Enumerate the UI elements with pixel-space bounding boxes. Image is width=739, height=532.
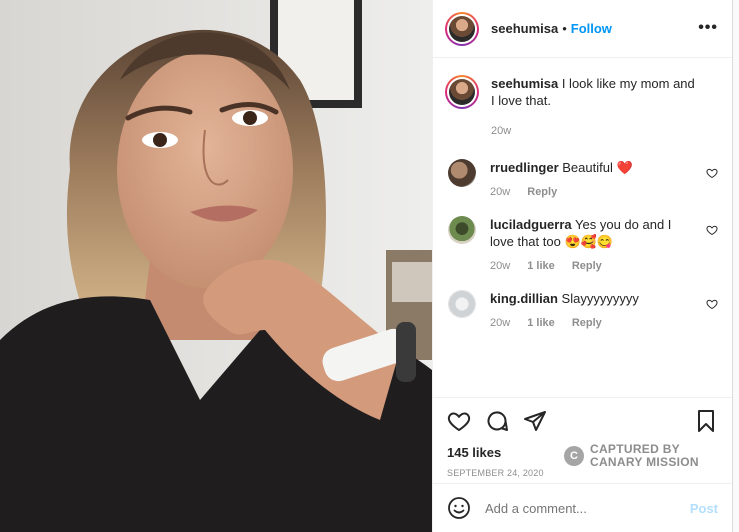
post-actions: 145 likes SEPTEMBER 24, 2020 xyxy=(433,397,732,483)
post-date[interactable]: SEPTEMBER 24, 2020 xyxy=(447,468,718,478)
comment-avatar[interactable] xyxy=(448,159,476,187)
save-icon[interactable] xyxy=(694,409,718,433)
watermark-logo: C xyxy=(564,446,584,466)
small-heart-icon[interactable] xyxy=(706,298,718,310)
caption-text: seehumisa I look like my mom and I love … xyxy=(491,75,698,109)
action-icons xyxy=(447,408,718,434)
comment-username[interactable]: king.dillian xyxy=(490,291,558,306)
comment-text: Beautiful ❤️ xyxy=(562,160,633,175)
post-image xyxy=(0,0,432,532)
heart-icon[interactable] xyxy=(447,409,471,433)
comment-time[interactable]: 20w xyxy=(490,260,510,272)
watermark: C CAPTURED BY CANARY MISSION xyxy=(564,443,699,469)
comment-meta: 20w 1 like Reply xyxy=(490,317,698,329)
separator-dot: • xyxy=(562,21,567,36)
comment-avatar[interactable] xyxy=(448,290,476,318)
comment-meta: 20w 1 like Reply xyxy=(490,260,698,272)
comment-meta: 20w Reply xyxy=(490,186,698,198)
post-photo[interactable] xyxy=(0,0,432,532)
comment-username[interactable]: rruedlinger xyxy=(490,160,559,175)
smile-icon[interactable] xyxy=(447,496,471,520)
comment-likes[interactable]: 1 like xyxy=(527,317,555,329)
comment-item: luciladguerra Yes you do and I love that… xyxy=(445,216,718,272)
post-header: seehumisa • Follow ••• xyxy=(433,0,732,58)
comments-list[interactable]: seehumisa I look like my mom and I love … xyxy=(433,59,732,397)
comment-avatar[interactable] xyxy=(448,216,476,244)
small-heart-icon[interactable] xyxy=(706,224,718,236)
watermark-line2: CANARY MISSION xyxy=(590,455,699,469)
small-heart-icon[interactable] xyxy=(706,167,718,179)
comment-icon[interactable] xyxy=(485,409,509,433)
caption-time[interactable]: 20w xyxy=(491,125,511,137)
reply-button[interactable]: Reply xyxy=(527,186,557,198)
comment-text: Slayyyyyyyyy xyxy=(561,291,639,306)
caption: seehumisa I look like my mom and I love … xyxy=(445,75,718,137)
caption-username[interactable]: seehumisa xyxy=(491,76,558,91)
reply-button[interactable]: Reply xyxy=(572,317,602,329)
watermark-text: CAPTURED BY CANARY MISSION xyxy=(590,443,699,469)
follow-button[interactable]: Follow xyxy=(571,21,612,36)
post-button[interactable]: Post xyxy=(690,501,718,516)
comment-time[interactable]: 20w xyxy=(490,317,510,329)
more-icon[interactable]: ••• xyxy=(698,19,718,37)
page-edge xyxy=(733,0,739,532)
comment-item: king.dillian Slayyyyyyyyy 20w 1 like Rep… xyxy=(445,290,718,329)
comment-time[interactable]: 20w xyxy=(490,186,510,198)
reply-button[interactable]: Reply xyxy=(572,260,602,272)
author-avatar[interactable] xyxy=(445,11,479,46)
author-username[interactable]: seehumisa xyxy=(491,21,558,36)
add-comment-input[interactable] xyxy=(485,500,690,516)
comment-item: rruedlinger Beautiful ❤️ 20w Reply xyxy=(445,159,718,198)
share-icon[interactable] xyxy=(523,409,547,433)
comment-username[interactable]: luciladguerra xyxy=(490,217,572,232)
caption-avatar[interactable] xyxy=(445,75,479,109)
add-comment-bar: Post xyxy=(433,483,732,532)
comment-likes[interactable]: 1 like xyxy=(527,260,555,272)
caption-meta: 20w xyxy=(491,125,698,137)
